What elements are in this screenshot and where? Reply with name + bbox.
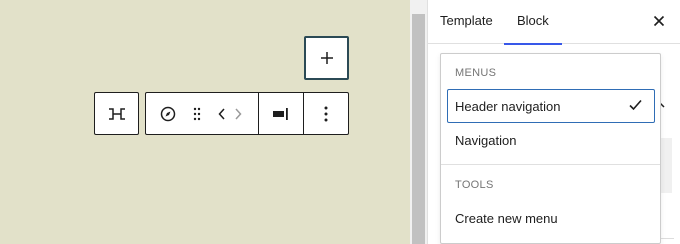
plus-icon	[320, 52, 333, 64]
menus-heading: MENUS	[455, 67, 497, 79]
more-vertical-icon	[324, 106, 328, 121]
block-toolbar	[145, 92, 349, 135]
parent-block-icon	[108, 107, 125, 120]
justify-right-icon	[273, 107, 288, 120]
move-right-button[interactable]	[230, 93, 246, 134]
drag-handle[interactable]	[190, 93, 204, 134]
tools-heading: TOOLS	[455, 179, 494, 191]
menu-item-label: Navigation	[455, 132, 517, 148]
menu-item-label: Create new menu	[455, 210, 558, 226]
parent-selector-group	[94, 92, 139, 135]
check-icon	[629, 99, 642, 111]
menu-item-create-new-menu[interactable]: Create new menu	[447, 201, 655, 235]
add-block-button[interactable]	[304, 36, 349, 80]
chevron-right-icon	[235, 107, 242, 120]
tab-block[interactable]: Block	[504, 0, 562, 45]
menu-item-label: Header navigation	[455, 98, 561, 114]
menu-item-header-navigation[interactable]: Header navigation	[447, 89, 655, 123]
compass-icon	[160, 106, 176, 121]
tab-template[interactable]: Template	[440, 0, 493, 44]
more-options-button[interactable]	[304, 93, 348, 134]
close-sidebar-button[interactable]	[649, 11, 669, 31]
move-left-button[interactable]	[214, 93, 230, 134]
menu-divider	[441, 164, 660, 165]
scrollbar-thumb[interactable]	[412, 14, 425, 244]
editor-canvas	[0, 0, 410, 244]
drag-handle-icon	[193, 107, 201, 120]
justification-button[interactable]	[259, 93, 303, 134]
navigation-menu-dropdown: MENUS Header navigation Navigation TOOLS…	[440, 53, 661, 244]
select-parent-button[interactable]	[95, 93, 138, 134]
menu-item-navigation[interactable]: Navigation	[447, 123, 655, 157]
close-icon	[653, 15, 665, 27]
canvas-scrollbar[interactable]	[410, 0, 427, 244]
navigation-block-button[interactable]	[146, 93, 190, 134]
chevron-left-icon	[218, 107, 225, 120]
sidebar-header: Template Block	[428, 0, 680, 45]
